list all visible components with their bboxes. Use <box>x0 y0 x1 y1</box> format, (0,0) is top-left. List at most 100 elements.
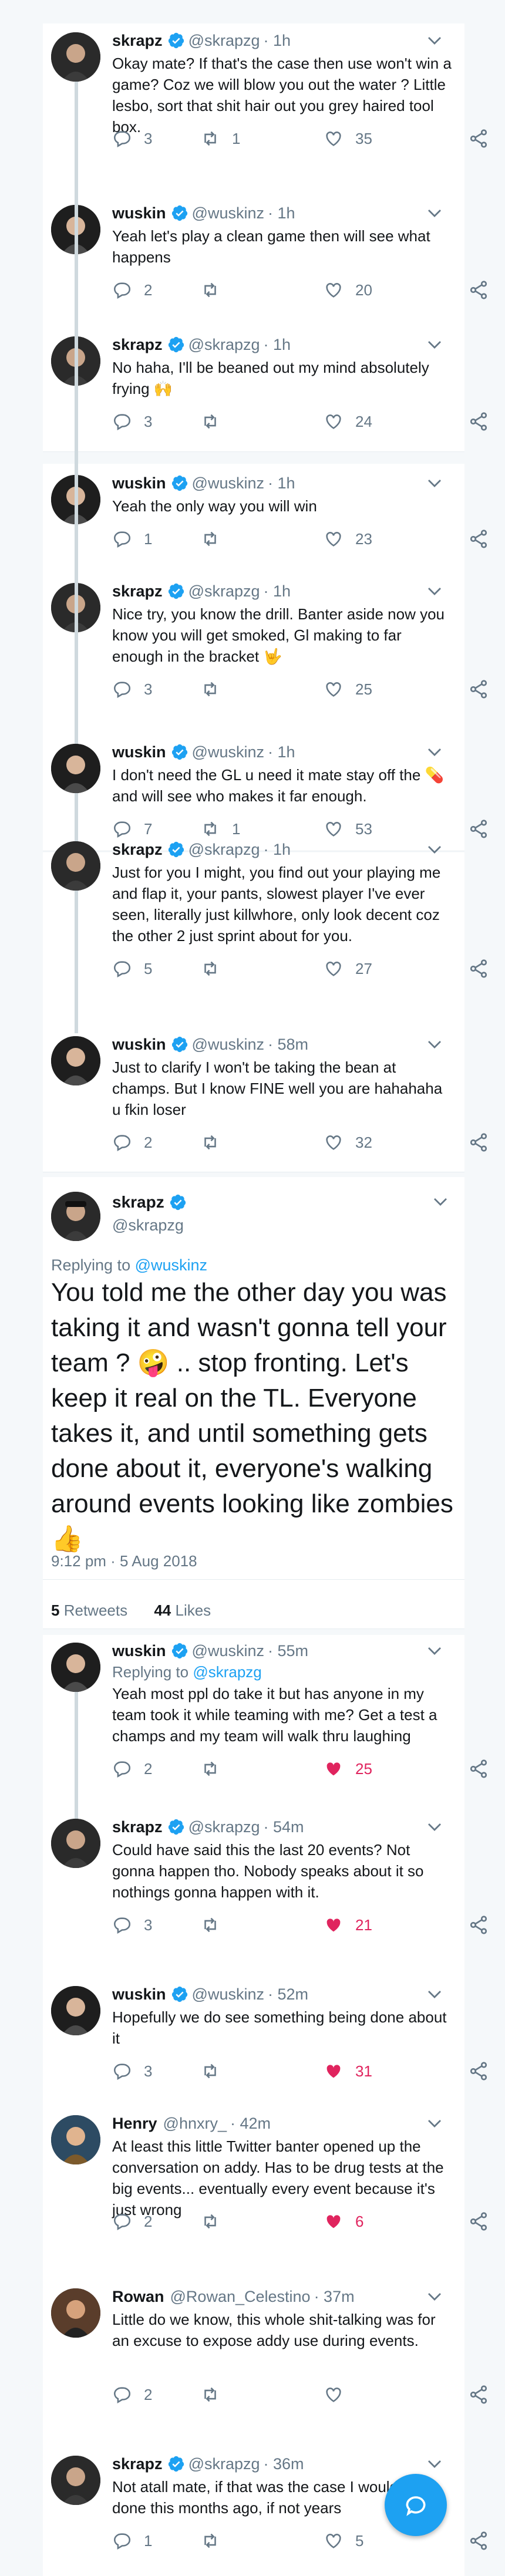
tweet-menu[interactable] <box>428 1818 454 1836</box>
author-handle[interactable]: @skrapzg <box>188 2455 260 2473</box>
chevron-down-icon[interactable] <box>426 474 443 492</box>
author-handle[interactable]: @wuskinz <box>192 743 264 761</box>
avatar[interactable] <box>51 2288 100 2338</box>
author-name[interactable]: wuskin <box>112 1985 166 2004</box>
retweet-button[interactable] <box>200 2059 232 2083</box>
like-button[interactable]: 5 <box>324 2529 363 2553</box>
tweet-menu[interactable] <box>428 582 454 600</box>
author-handle[interactable]: @wuskinz <box>192 1985 264 2004</box>
tweet-menu[interactable] <box>428 2115 454 2132</box>
chevron-down-icon[interactable] <box>426 2115 443 2132</box>
reply-button[interactable]: 3 <box>112 410 152 433</box>
share-icon[interactable] <box>468 1914 489 1936</box>
author-handle[interactable]: @skrapzg <box>188 336 260 354</box>
share-icon[interactable] <box>468 1758 489 1779</box>
reply-button[interactable]: 2 <box>112 1757 152 1781</box>
chevron-down-icon[interactable] <box>426 1985 443 2003</box>
like-button[interactable]: 35 <box>324 127 372 150</box>
author-handle[interactable]: @hnxry_ <box>163 2115 227 2133</box>
compose-button[interactable] <box>385 2474 447 2536</box>
author-name[interactable]: skrapz <box>112 582 163 601</box>
chevron-down-icon[interactable] <box>426 204 443 222</box>
likes-stat[interactable]: 44 Likes <box>154 1601 211 1619</box>
author-name[interactable]: skrapz <box>112 336 163 354</box>
retweet-button[interactable] <box>200 2383 232 2406</box>
author-handle[interactable]: @wuskinz <box>192 1642 264 1660</box>
author-handle[interactable]: @wuskinz <box>192 1036 264 1054</box>
like-button[interactable]: 31 <box>324 2059 372 2083</box>
tweet-time[interactable]: · 52m <box>268 1985 308 2004</box>
chevron-down-icon[interactable] <box>432 1193 449 1211</box>
like-button[interactable]: 20 <box>324 278 372 302</box>
like-button[interactable]: 23 <box>324 527 372 551</box>
like-button[interactable]: 6 <box>324 2210 363 2233</box>
retweet-button[interactable] <box>200 1757 232 1781</box>
author-name[interactable]: skrapz <box>112 841 163 859</box>
author-name[interactable]: skrapz <box>112 2455 163 2473</box>
like-button[interactable]: 24 <box>324 410 372 433</box>
tweet-menu[interactable] <box>428 474 454 492</box>
share-icon[interactable] <box>468 958 489 979</box>
author-name[interactable]: skrapz <box>112 1818 163 1836</box>
author-name[interactable]: wuskin <box>112 1642 166 1660</box>
share-icon[interactable] <box>468 1132 489 1153</box>
chevron-down-icon[interactable] <box>426 1642 443 1660</box>
author-name[interactable]: skrapz <box>112 32 163 50</box>
avatar[interactable] <box>51 744 100 793</box>
tweet-menu[interactable] <box>428 1642 454 1660</box>
retweets-stat[interactable]: 5 Retweets <box>51 1601 127 1619</box>
tweet-menu[interactable] <box>428 743 454 761</box>
tweet-timestamp[interactable]: 9:12 pm · 5 Aug 2018 <box>51 1552 197 1570</box>
like-button[interactable]: 25 <box>324 1757 372 1781</box>
reply-button[interactable]: 1 <box>112 527 152 551</box>
avatar[interactable] <box>51 1819 100 1868</box>
replying-to-link[interactable]: @wuskinz <box>135 1256 207 1274</box>
retweet-button[interactable]: 1 <box>200 127 240 150</box>
tweet-time[interactable]: · 55m <box>268 1642 308 1660</box>
retweet-button[interactable] <box>200 278 232 302</box>
focused-author-name[interactable]: skrapz <box>112 1193 190 1212</box>
retweet-button[interactable] <box>200 410 232 433</box>
avatar[interactable] <box>51 1036 100 1085</box>
like-button[interactable]: 21 <box>324 1913 372 1937</box>
avatar[interactable] <box>51 32 100 82</box>
retweet-button[interactable] <box>200 677 232 701</box>
author-name[interactable]: wuskin <box>112 1036 166 1054</box>
reply-button[interactable]: 1 <box>112 2529 152 2553</box>
like-button[interactable]: 25 <box>324 677 372 701</box>
retweet-button[interactable]: 1 <box>200 817 240 841</box>
author-handle[interactable]: @skrapzg <box>188 582 260 601</box>
author-name[interactable]: wuskin <box>112 204 166 222</box>
tweet-menu[interactable] <box>428 1985 454 2003</box>
tweet-menu[interactable] <box>428 2455 454 2473</box>
tweet-time[interactable]: · 1h <box>268 743 295 761</box>
reply-button[interactable]: 2 <box>112 2383 152 2406</box>
share-icon[interactable] <box>468 2384 489 2405</box>
focused-author-handle[interactable]: @skrapzg <box>112 1216 184 1235</box>
like-button[interactable]: 27 <box>324 957 372 980</box>
avatar[interactable] <box>51 841 100 891</box>
tweet-time[interactable]: · 1h <box>268 204 295 222</box>
chevron-down-icon[interactable] <box>426 2288 443 2305</box>
avatar[interactable] <box>51 1192 100 1241</box>
author-name[interactable]: Henry <box>112 2115 157 2133</box>
tweet-menu[interactable] <box>428 204 454 222</box>
chevron-down-icon[interactable] <box>426 336 443 353</box>
share-icon[interactable] <box>468 128 489 149</box>
reply-button[interactable]: 3 <box>112 127 152 150</box>
reply-button[interactable]: 3 <box>112 1913 152 1937</box>
chevron-down-icon[interactable] <box>426 743 443 761</box>
tweet-menu[interactable] <box>428 841 454 858</box>
tweet-time[interactable]: · 54m <box>264 1818 304 1836</box>
chevron-down-icon[interactable] <box>426 32 443 49</box>
tweet-menu[interactable] <box>428 336 454 353</box>
author-name[interactable]: Rowan <box>112 2288 164 2306</box>
avatar[interactable] <box>51 1986 100 2035</box>
tweet-menu[interactable] <box>428 1036 454 1053</box>
author-handle[interactable]: @skrapzg <box>188 32 260 50</box>
share-icon[interactable] <box>468 2530 489 2551</box>
author-name[interactable]: wuskin <box>112 474 166 493</box>
avatar[interactable] <box>51 1643 100 1692</box>
reply-button[interactable]: 2 <box>112 1131 152 1154</box>
tweet-time[interactable]: · 58m <box>268 1036 308 1054</box>
